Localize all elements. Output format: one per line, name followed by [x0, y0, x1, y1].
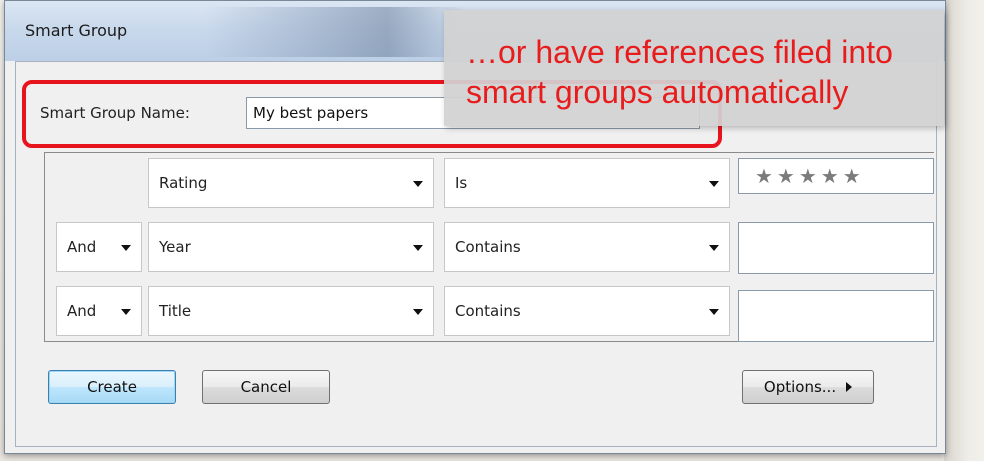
- chevron-down-icon: [121, 245, 131, 251]
- operator-select-row-1[interactable]: Is: [444, 158, 730, 208]
- callout-line-2: smart groups automatically: [466, 74, 849, 110]
- field-select-row-2[interactable]: Year: [148, 222, 434, 272]
- conjunction-select-value: And: [67, 302, 97, 320]
- field-select-value: Rating: [159, 174, 208, 192]
- operator-select-row-2[interactable]: Contains: [444, 222, 730, 272]
- annotation-callout: …or have references filed into smart gro…: [444, 10, 944, 126]
- title-bar-glass: [205, 7, 465, 57]
- create-button[interactable]: Create: [48, 370, 176, 404]
- conjunction-select-value: And: [67, 238, 97, 256]
- dialog-title: Smart Group: [25, 21, 128, 40]
- field-select-value: Year: [159, 238, 191, 256]
- options-button-label: Options...: [763, 378, 837, 396]
- operator-select-value: Contains: [455, 302, 521, 320]
- cancel-button[interactable]: Cancel: [202, 370, 330, 404]
- chevron-down-icon: [709, 245, 719, 251]
- operator-select-row-3[interactable]: Contains: [444, 286, 730, 336]
- chevron-down-icon: [413, 309, 423, 315]
- field-select-row-1[interactable]: Rating: [148, 158, 434, 208]
- operator-select-value: Is: [455, 174, 468, 192]
- page-edge: [944, 0, 984, 461]
- operator-select-value: Contains: [455, 238, 521, 256]
- criteria-value-input-row-3[interactable]: [738, 290, 934, 342]
- rating-stars-input[interactable]: ★★★★★: [738, 158, 934, 194]
- chevron-down-icon: [709, 181, 719, 187]
- chevron-down-icon: [709, 309, 719, 315]
- chevron-down-icon: [121, 309, 131, 315]
- chevron-down-icon: [413, 245, 423, 251]
- criteria-value-input-row-2[interactable]: [738, 222, 934, 274]
- conjunction-select-row-2[interactable]: And: [56, 222, 142, 272]
- triangle-right-icon: [846, 382, 853, 392]
- callout-line-1: …or have references filed into: [466, 34, 893, 70]
- chevron-down-icon: [413, 181, 423, 187]
- field-select-value: Title: [159, 302, 192, 320]
- options-button[interactable]: Options...: [742, 370, 874, 404]
- cancel-button-label: Cancel: [240, 378, 292, 396]
- create-button-label: Create: [87, 378, 137, 396]
- field-select-row-3[interactable]: Title: [148, 286, 434, 336]
- callout-text: …or have references filed into smart gro…: [466, 32, 936, 112]
- star-icon[interactable]: ★★★★★: [755, 164, 865, 188]
- conjunction-select-row-3[interactable]: And: [56, 286, 142, 336]
